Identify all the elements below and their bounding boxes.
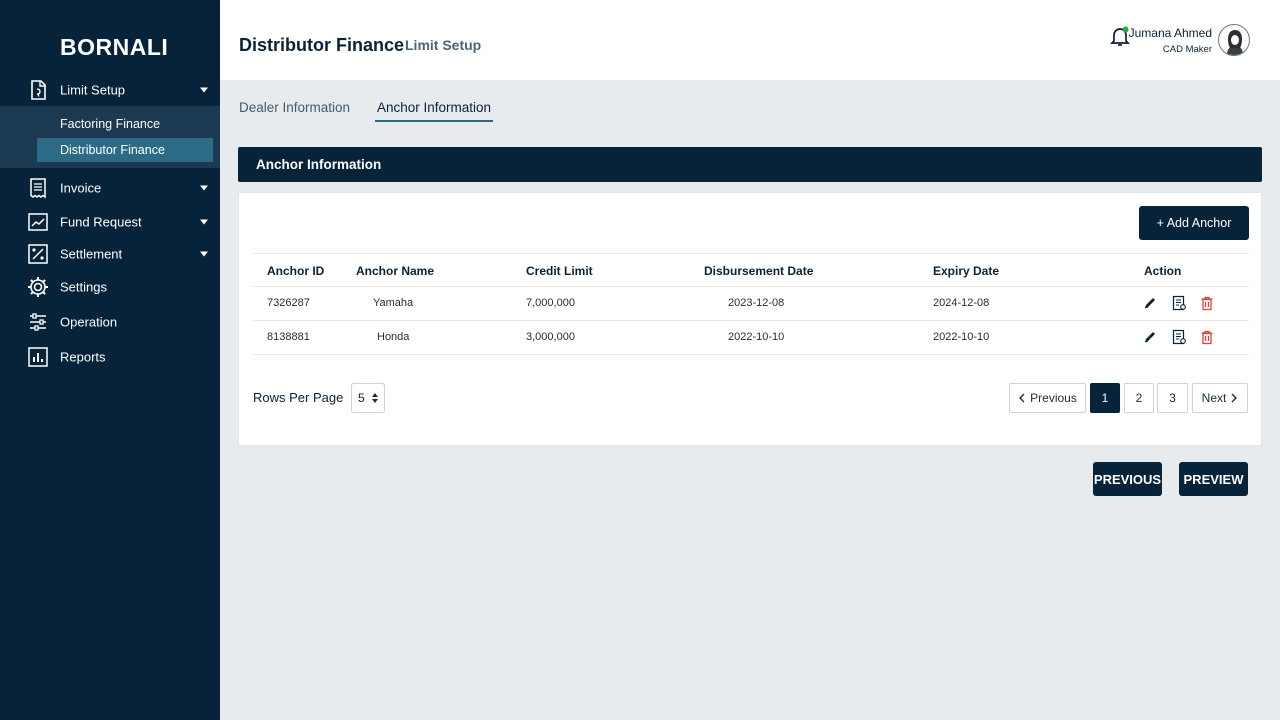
caret-down-icon <box>200 219 208 225</box>
section-header: Anchor Information <box>238 147 1262 182</box>
sidebar-item-operation[interactable]: Operation <box>0 305 220 339</box>
pagination-next-button[interactable]: Next <box>1192 383 1248 413</box>
edit-icon[interactable] <box>1142 295 1158 311</box>
sidebar: BORNALI Limit Setup Factoring Finance Di… <box>0 0 220 720</box>
sidebar-item-invoice[interactable]: Invoice <box>0 171 220 205</box>
percent-icon <box>26 242 50 266</box>
section-title: Anchor Information <box>256 157 382 172</box>
pagination-previous-label: Previous <box>1030 391 1077 405</box>
anchor-name-cell: Yamaha <box>373 297 414 309</box>
anchor-id-cell: 7326287 <box>267 297 310 309</box>
delete-icon[interactable] <box>1199 295 1215 311</box>
sidebar-item-label: Limit Setup <box>60 82 126 98</box>
sidebar-item-label: Operation <box>60 314 118 330</box>
credit-limit-cell: 3,000,000 <box>526 331 575 343</box>
view-details-icon[interactable] <box>1171 295 1187 311</box>
sidebar-item-label: Invoice <box>60 180 102 196</box>
anchor-table-card: + Add Anchor Anchor ID Anchor Name Credi… <box>238 192 1262 446</box>
chevron-right-icon <box>1231 393 1238 403</box>
anchor-id-cell: 8138881 <box>267 331 310 343</box>
caret-down-icon <box>200 251 208 257</box>
page-subtitle: Limit Setup <box>405 37 482 53</box>
sidebar-item-label: Fund Request <box>60 214 142 230</box>
pagination-page-3[interactable]: 3 <box>1157 383 1188 413</box>
pagination-next-label: Next <box>1201 391 1227 405</box>
edit-icon[interactable] <box>1142 329 1158 345</box>
column-header: Anchor ID <box>267 264 325 278</box>
table-row: 7326287 Yamaha 7,000,000 2023-12-08 2024… <box>253 287 1249 321</box>
column-header: Action <box>1144 264 1182 278</box>
disbursement-date-cell: 2023-12-08 <box>728 297 785 309</box>
page-title: Distributor Finance <box>239 35 405 55</box>
column-header: Anchor Name <box>356 264 435 278</box>
delete-icon[interactable] <box>1199 329 1215 345</box>
chart-line-icon <box>26 210 50 234</box>
tab-anchor-information[interactable]: Anchor Information <box>375 100 494 122</box>
sliders-icon <box>26 310 50 334</box>
sidebar-item-label: Reports <box>60 349 106 365</box>
receipt-icon <box>26 176 50 200</box>
expiry-date-cell: 2022-10-10 <box>933 331 990 343</box>
sidebar-item-fund-request[interactable]: Fund Request <box>0 205 220 239</box>
rows-per-page-select[interactable]: 5 <box>351 383 385 413</box>
sidebar-item-settings[interactable]: Settings <box>0 270 220 304</box>
credit-limit-cell: 7,000,000 <box>526 297 575 309</box>
sidebar-item-settlement[interactable]: Settlement <box>0 237 220 271</box>
preview-button[interactable]: PREVIEW <box>1179 462 1248 496</box>
column-header: Expiry Date <box>933 264 1000 278</box>
anchor-name-cell: Honda <box>377 331 410 343</box>
sidebar-subitem-distributor-finance[interactable]: Distributor Finance <box>37 138 213 162</box>
previous-button[interactable]: PREVIOUS <box>1093 462 1162 496</box>
column-header: Disbursement Date <box>704 264 814 278</box>
rows-per-page-value: 5 <box>358 391 365 405</box>
gear-icon <box>26 275 50 299</box>
caret-down-icon <box>200 185 208 191</box>
disbursement-date-cell: 2022-10-10 <box>728 331 785 343</box>
top-header: Distributor Finance Limit Setup Jumana A… <box>220 0 1280 80</box>
brand-logo: BORNALI <box>60 34 169 60</box>
sidebar-item-limit-setup[interactable]: Limit Setup <box>0 73 220 107</box>
sidebar-subitem-factoring-finance[interactable]: Factoring Finance <box>37 112 213 136</box>
rows-per-page-label: Rows Per Page <box>253 390 344 405</box>
sidebar-item-reports[interactable]: Reports <box>0 340 220 374</box>
pagination-page-2[interactable]: 2 <box>1124 383 1154 413</box>
expiry-date-cell: 2024-12-08 <box>933 297 990 309</box>
sidebar-item-label: Settings <box>60 279 107 295</box>
limit-setup-submenu: Factoring Finance Distributor Finance <box>0 106 220 168</box>
table-row: 8138881 Honda 3,000,000 2022-10-10 2022-… <box>253 321 1249 355</box>
pagination-previous-button[interactable]: Previous <box>1009 383 1086 413</box>
add-anchor-button[interactable]: + Add Anchor <box>1139 206 1249 240</box>
tab-dealer-information[interactable]: Dealer Information <box>239 100 350 115</box>
user-role: CAD Maker <box>1162 44 1212 55</box>
avatar[interactable] <box>1218 24 1250 56</box>
bar-chart-icon <box>26 345 50 369</box>
chevron-left-icon <box>1019 393 1025 403</box>
column-header: Credit Limit <box>526 264 593 278</box>
caret-down-icon <box>200 87 208 93</box>
pagination-page-1[interactable]: 1 <box>1090 383 1120 413</box>
sidebar-item-label: Settlement <box>60 246 123 262</box>
sort-arrows-icon <box>372 392 378 404</box>
table-header: Anchor ID Anchor Name Credit Limit Disbu… <box>253 253 1249 287</box>
document-icon <box>26 78 50 102</box>
user-name: Jumana Ahmed <box>1128 26 1212 40</box>
view-details-icon[interactable] <box>1171 329 1187 345</box>
